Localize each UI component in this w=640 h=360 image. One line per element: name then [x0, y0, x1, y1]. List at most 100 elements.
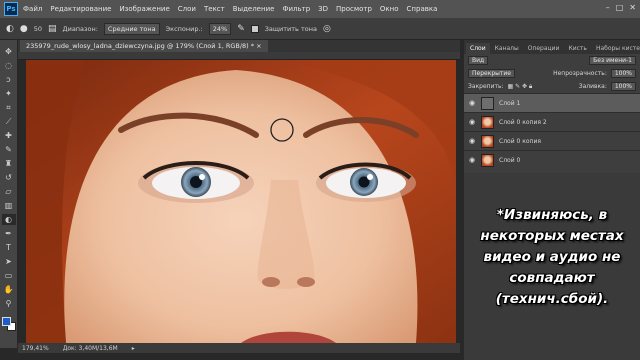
pen-icon[interactable]: ✒ [2, 228, 16, 239]
zoom-icon[interactable]: ⚲ [2, 298, 16, 309]
crop-icon[interactable]: ⌗ [2, 102, 16, 113]
airbrush-icon[interactable]: ✎ [237, 24, 245, 34]
marquee-icon[interactable]: ◌ [2, 60, 16, 71]
layer-thumbnail [481, 115, 494, 129]
document-title: 235979_rude_wlosy_ladna_dziewczyna.jpg @… [26, 42, 255, 50]
status-bar: 179,41% Док: 3,40M/13,6M ▸ [18, 343, 460, 353]
visibility-eye-icon[interactable]: ◉ [468, 137, 476, 145]
filter-row: Вид Без имени-1 [464, 54, 640, 67]
tab-layers[interactable]: Слои [466, 43, 490, 54]
exposure-input[interactable]: 24% [208, 22, 232, 35]
visibility-eye-icon[interactable]: ◉ [468, 156, 476, 164]
exposure-label: Экспонир.: [165, 24, 203, 33]
document-tab-bar: 235979_rude_wlosy_ladna_dziewczyna.jpg @… [18, 40, 460, 52]
layer-filter-select[interactable]: Вид [468, 56, 489, 65]
layer-name: Слой 0 копия [499, 137, 541, 145]
layer-thumbnail [481, 153, 494, 167]
dodge-tool-preset-icon[interactable]: ◐ [6, 24, 14, 34]
photoshop-logo: Ps [4, 2, 18, 16]
color-swatches[interactable] [1, 316, 17, 332]
brush-size-value[interactable]: 50 [34, 25, 42, 33]
close-document-icon[interactable]: × [256, 42, 261, 50]
stamp-icon[interactable]: ♜ [2, 158, 16, 169]
caption-line: *Извиняюсь, в [496, 207, 608, 223]
healing-icon[interactable]: ✚ [2, 130, 16, 141]
protect-tones-label: Защитить тона [264, 24, 317, 33]
minimize-button[interactable]: – [606, 3, 610, 12]
layer-thumbnail [481, 134, 494, 148]
panel-tab-bar: Слои Каналы Операции Кисть Наборы кистей [464, 40, 640, 54]
visibility-eye-icon[interactable]: ◉ [468, 118, 476, 126]
layer-thumbnail [481, 96, 494, 110]
video-caption-overlay: *Извиняюсь, в некоторых местах видео и а… [466, 205, 638, 310]
blend-row: Перекрытие Непрозрачность: 100% [464, 67, 640, 80]
canvas-image[interactable] [26, 60, 456, 343]
options-bar: ◐ ● 50 ▤ Диапазон: Средние тона Экспонир… [0, 18, 640, 40]
blend-mode-select[interactable]: Перекрытие [468, 69, 515, 78]
visibility-eye-icon[interactable]: ◉ [468, 99, 476, 107]
zoom-level[interactable]: 179,41% [22, 345, 49, 352]
history-brush-icon[interactable]: ↺ [2, 172, 16, 183]
foreground-color-swatch[interactable] [1, 317, 11, 326]
tools-panel: ✥ ◌ ↄ ✦ ⌗ ⟋ ✚ ✎ ♜ ↺ ▱ ▥ ◐ ✒ T ➤ ▭ ✋ ⚲ [0, 40, 18, 348]
menu-file[interactable]: Файл [23, 5, 42, 13]
menu-type[interactable]: Текст [204, 5, 225, 13]
brush-picker-icon[interactable]: ● [20, 24, 28, 34]
lasso-icon[interactable]: ↄ [2, 74, 16, 85]
tab-channels[interactable]: Каналы [491, 43, 523, 54]
shape-icon[interactable]: ▭ [2, 270, 16, 281]
fill-input[interactable]: 100% [610, 82, 636, 91]
tab-brush-presets[interactable]: Наборы кистей [592, 43, 640, 54]
horizontal-ruler [18, 52, 460, 60]
window-controls: – □ ✕ [606, 3, 636, 12]
maximize-button[interactable]: □ [616, 3, 624, 12]
menu-layers[interactable]: Слои [178, 5, 196, 13]
tab-actions[interactable]: Операции [524, 43, 564, 54]
caption-line: видео и аудио не [483, 249, 621, 265]
layer-row-1[interactable]: ◉ Слой 1 [464, 93, 640, 112]
pressure-icon[interactable]: ◎ [323, 24, 331, 34]
layer-row-2[interactable]: ◉ Слой 0 копия 2 [464, 112, 640, 131]
opacity-label: Непрозрачность: [553, 70, 607, 77]
fill-label: Заливка: [578, 83, 607, 90]
workspace-select[interactable]: Без имени-1 [589, 56, 636, 65]
type-icon[interactable]: T [2, 242, 16, 253]
menu-edit[interactable]: Редактирование [50, 5, 111, 13]
menu-help[interactable]: Справка [407, 5, 438, 13]
gradient-icon[interactable]: ▥ [2, 200, 16, 211]
range-select[interactable]: Средние тона [103, 22, 160, 35]
eyedropper-icon[interactable]: ⟋ [2, 116, 16, 127]
quick-select-icon[interactable]: ✦ [2, 88, 16, 99]
caption-line: (технич.сбой). [495, 291, 609, 307]
protect-tones-checkbox[interactable] [250, 24, 259, 33]
menu-bar: Ps Файл Редактирование Изображение Слои … [0, 0, 640, 18]
menu-view[interactable]: Просмотр [336, 5, 372, 13]
menu-select[interactable]: Выделение [233, 5, 275, 13]
path-select-icon[interactable]: ➤ [2, 256, 16, 267]
menu-window[interactable]: Окно [380, 5, 399, 13]
layer-name: Слой 0 [499, 156, 521, 164]
brush-icon[interactable]: ✎ [2, 144, 16, 155]
layer-row-4[interactable]: ◉ Слой 0 [464, 150, 640, 169]
layer-row-3[interactable]: ◉ Слой 0 копия [464, 131, 640, 150]
opacity-input[interactable]: 100% [610, 69, 636, 78]
menu-image[interactable]: Изображение [119, 5, 169, 13]
move-icon[interactable]: ✥ [2, 46, 16, 57]
status-arrow-icon[interactable]: ▸ [132, 345, 135, 352]
dodge-icon[interactable]: ◐ [1, 214, 16, 225]
menu-3d[interactable]: 3D [318, 5, 328, 13]
menu-filter[interactable]: Фильтр [282, 5, 310, 13]
layer-name: Слой 1 [499, 99, 521, 107]
lock-label: Закрепить: [468, 83, 504, 90]
close-window-button[interactable]: ✕ [629, 3, 636, 12]
document-tab[interactable]: 235979_rude_wlosy_ladna_dziewczyna.jpg @… [20, 40, 268, 52]
lock-row: Закрепить: ▦ ✎ ✥ 🔒︎ Заливка: 100% [464, 80, 640, 93]
brush-settings-icon[interactable]: ▤ [48, 24, 57, 34]
caption-line: некоторых местах [480, 228, 624, 244]
hand-icon[interactable]: ✋ [2, 284, 16, 295]
range-label: Диапазон: [62, 24, 98, 33]
tab-brush[interactable]: Кисть [564, 43, 591, 54]
document-size: Док: 3,40M/13,6M [62, 344, 118, 352]
eraser-icon[interactable]: ▱ [2, 186, 16, 197]
lock-icons[interactable]: ▦ ✎ ✥ 🔒︎ [508, 83, 533, 91]
